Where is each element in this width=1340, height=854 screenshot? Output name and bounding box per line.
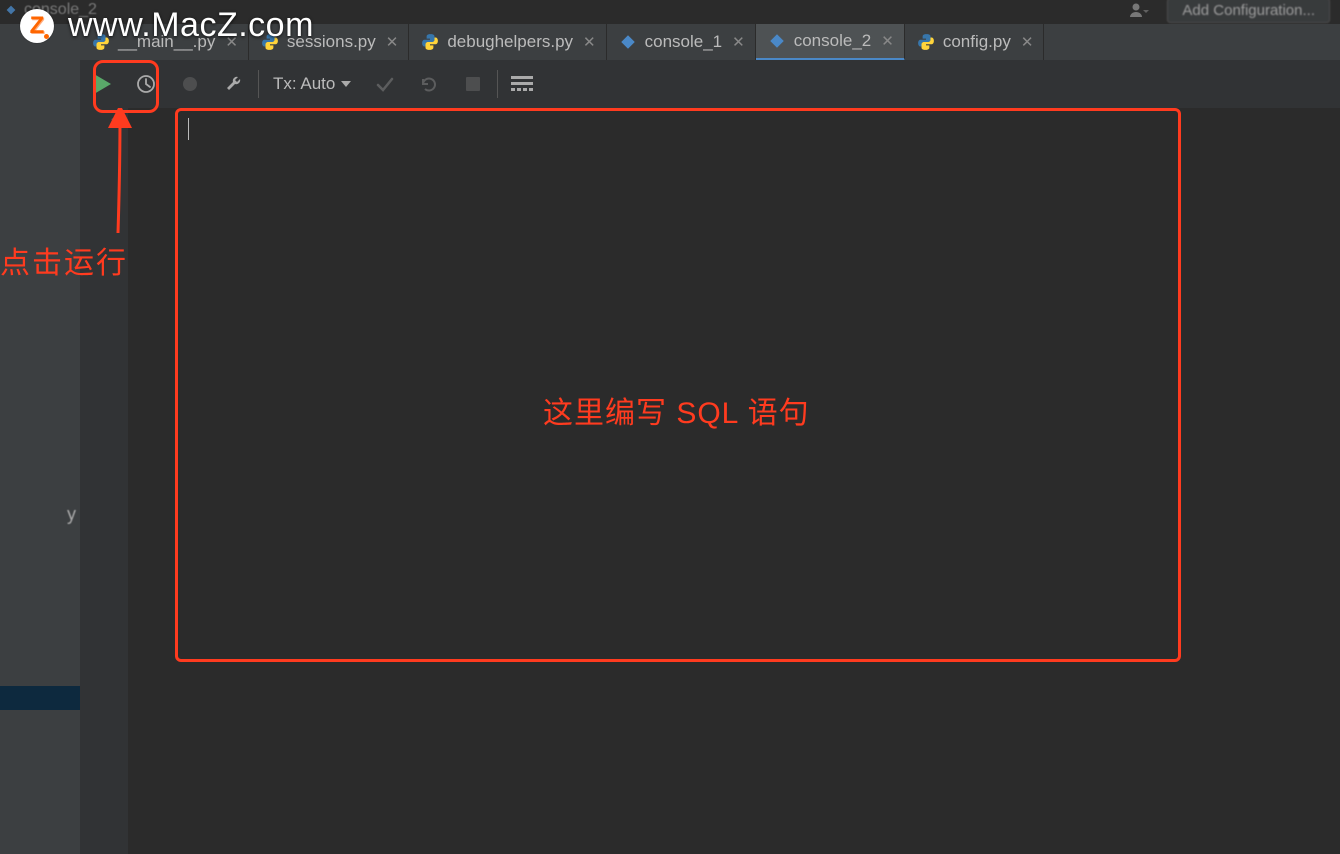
database-icon (768, 32, 786, 50)
tab-console-2[interactable]: console_2 ✕ (756, 24, 905, 61)
add-configuration-button[interactable]: Add Configuration... (1167, 0, 1330, 23)
close-icon[interactable]: ✕ (581, 33, 598, 51)
close-icon[interactable]: ✕ (223, 33, 240, 51)
tab-label: console_2 (794, 31, 872, 51)
tab-label: sessions.py (287, 32, 376, 52)
rows-icon (511, 74, 533, 94)
title-bar: console_2 (0, 0, 97, 20)
explain-button[interactable] (168, 60, 212, 108)
toolbar-separator (258, 70, 259, 98)
sidebar-selected-item[interactable] (0, 686, 80, 710)
user-icon[interactable] (1129, 2, 1149, 18)
tx-label: Tx: Auto (273, 74, 335, 94)
output-layout-button[interactable] (500, 60, 544, 108)
project-sidebar[interactable]: y (0, 24, 81, 854)
database-icon (4, 3, 18, 17)
line-number-gutter: 1 (80, 108, 129, 854)
commit-button[interactable] (363, 60, 407, 108)
tab-config-py[interactable]: config.py ✕ (905, 24, 1045, 60)
sidebar-truncated-text: y (67, 504, 76, 525)
sql-editor[interactable] (128, 108, 1340, 854)
play-icon (94, 74, 111, 94)
tab-label: __main__.py (118, 32, 215, 52)
wrench-icon (223, 73, 245, 95)
close-icon[interactable]: ✕ (384, 33, 401, 51)
rollback-icon (418, 73, 440, 95)
stop-button[interactable] (451, 60, 495, 108)
sql-toolbar: Tx: Auto (80, 60, 1340, 109)
tab-main-py[interactable]: __main__.py ✕ (80, 24, 249, 60)
python-icon (917, 33, 935, 51)
toolbar-separator (497, 70, 498, 98)
editor-tab-bar: __main__.py ✕ sessions.py ✕ debughelpers… (80, 24, 1340, 61)
clock-icon (135, 73, 157, 95)
close-icon[interactable]: ✕ (1019, 33, 1036, 51)
run-button[interactable] (80, 60, 124, 108)
rollback-button[interactable] (407, 60, 451, 108)
python-icon (261, 33, 279, 51)
tx-mode-dropdown[interactable]: Tx: Auto (261, 74, 363, 94)
python-icon (92, 33, 110, 51)
circle-icon (180, 74, 200, 94)
close-icon[interactable]: ✕ (879, 32, 896, 50)
check-icon (374, 73, 396, 95)
database-icon (619, 33, 637, 51)
history-button[interactable] (124, 60, 168, 108)
close-icon[interactable]: ✕ (730, 33, 747, 51)
chevron-down-icon (341, 81, 351, 87)
tab-label: console_1 (645, 32, 723, 52)
python-icon (421, 33, 439, 51)
settings-button[interactable] (212, 60, 256, 108)
tab-label: debughelpers.py (447, 32, 573, 52)
tab-console-1[interactable]: console_1 ✕ (607, 24, 756, 60)
stop-icon (464, 75, 482, 93)
line-number: 1 (80, 108, 128, 130)
tab-debughelpers-py[interactable]: debughelpers.py ✕ (409, 24, 606, 60)
tab-sessions-py[interactable]: sessions.py ✕ (249, 24, 409, 60)
top-right-controls: Add Configuration... (1129, 0, 1340, 20)
text-cursor (188, 118, 189, 140)
title-text: console_2 (24, 1, 97, 19)
tab-label: config.py (943, 32, 1011, 52)
